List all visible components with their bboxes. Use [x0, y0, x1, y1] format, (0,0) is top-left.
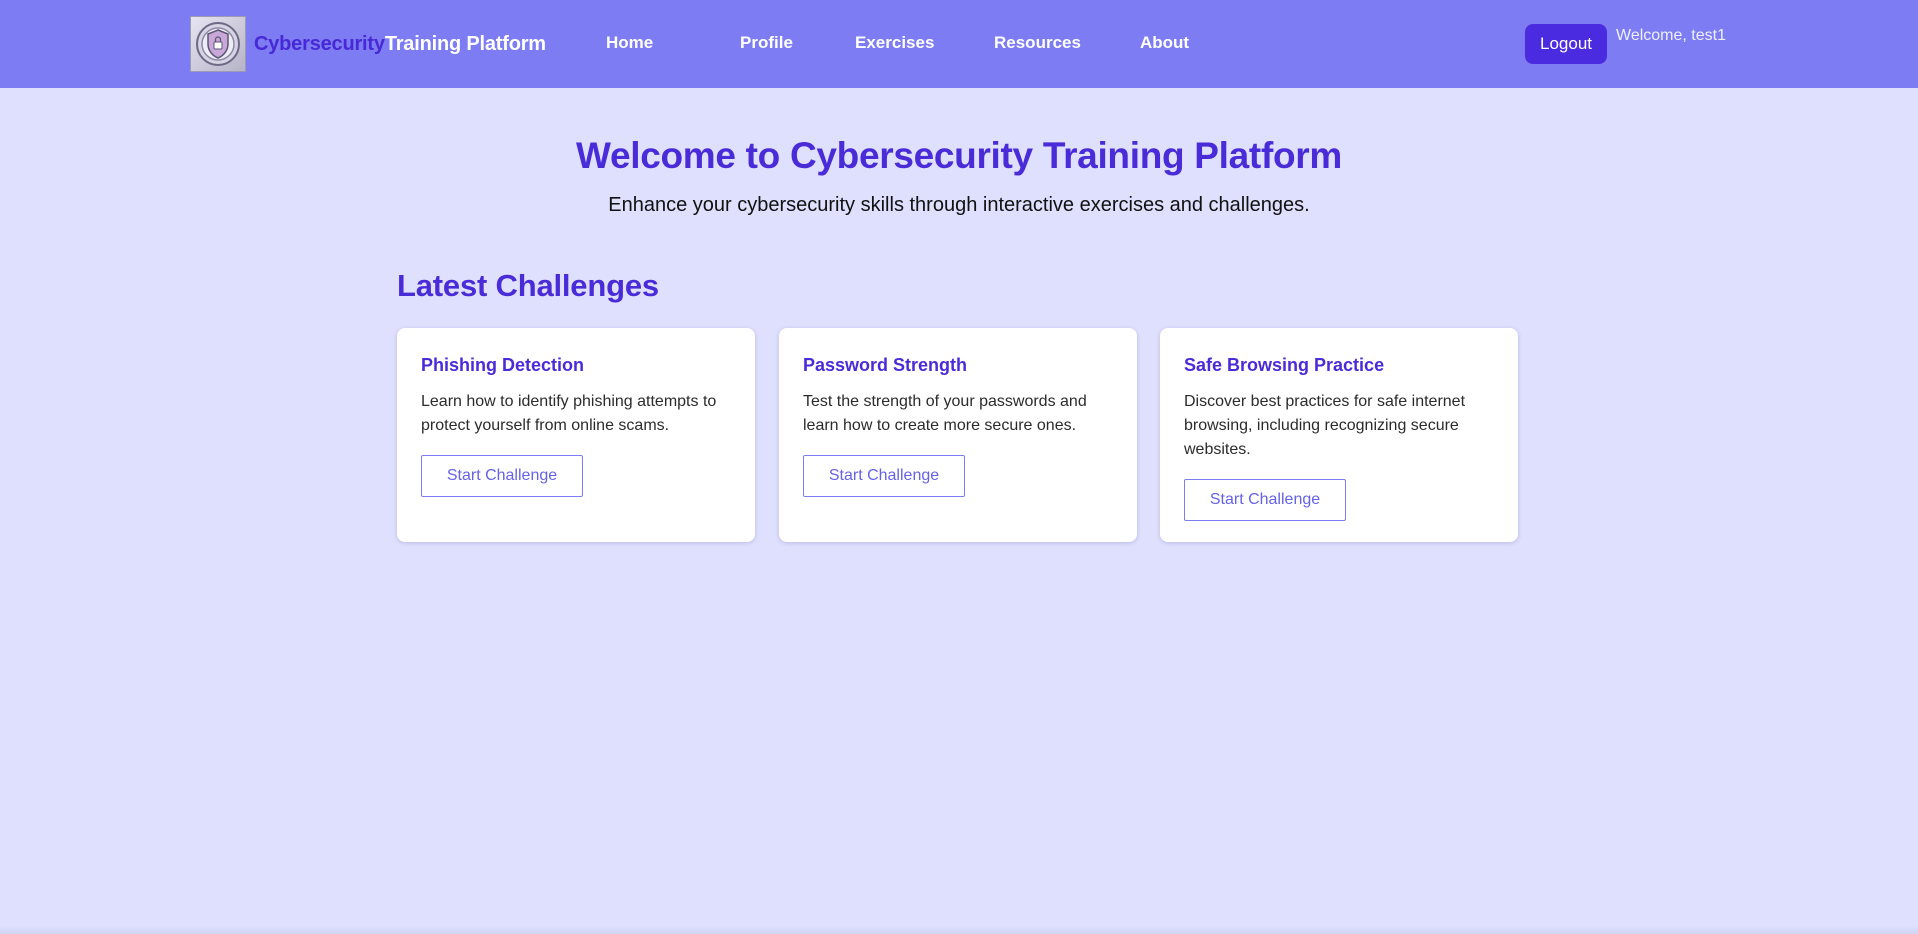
challenge-description: Learn how to identify phishing attempts …: [421, 393, 717, 434]
shield-logo-graphic: [196, 22, 240, 66]
page-title: Welcome to Cybersecurity Training Platfo…: [576, 135, 1342, 176]
shield-icon: [190, 16, 246, 72]
brand-name-primary: Cybersecurity: [254, 32, 385, 55]
challenge-card-safe-browsing: Safe Browsing Practice Discover best pra…: [1160, 328, 1518, 542]
challenge-card-phishing: Phishing Detection Learn how to identify…: [397, 328, 755, 542]
nav-profile[interactable]: Profile: [740, 33, 793, 53]
latest-challenges-heading: Latest Challenges: [397, 268, 659, 303]
challenge-title: Safe Browsing Practice: [1184, 355, 1385, 375]
brand[interactable]: CybersecurityTraining Platform: [190, 16, 546, 72]
window-bottom-edge: [0, 926, 1918, 934]
challenge-description: Discover best practices for safe interne…: [1184, 393, 1466, 458]
nav-home[interactable]: Home: [606, 33, 653, 53]
start-challenge-button[interactable]: Start Challenge: [421, 455, 583, 497]
logout-button[interactable]: Logout: [1525, 24, 1607, 64]
welcome-user-text: Welcome, test1: [1616, 27, 1726, 44]
challenge-title: Password Strength: [803, 355, 968, 375]
challenge-title: Phishing Detection: [421, 355, 585, 375]
challenge-card-password: Password Strength Test the strength of y…: [779, 328, 1137, 542]
page-subtitle: Enhance your cybersecurity skills throug…: [608, 194, 1310, 216]
brand-name-secondary: Training Platform: [384, 32, 546, 55]
nav-about[interactable]: About: [1140, 33, 1189, 53]
top-navbar: CybersecurityTraining Platform Home Prof…: [0, 0, 1918, 88]
start-challenge-button[interactable]: Start Challenge: [1184, 479, 1346, 521]
nav-exercises[interactable]: Exercises: [855, 33, 934, 53]
start-challenge-button[interactable]: Start Challenge: [803, 455, 965, 497]
challenge-description: Test the strength of your passwords and …: [803, 393, 1087, 434]
nav-resources[interactable]: Resources: [994, 33, 1081, 53]
